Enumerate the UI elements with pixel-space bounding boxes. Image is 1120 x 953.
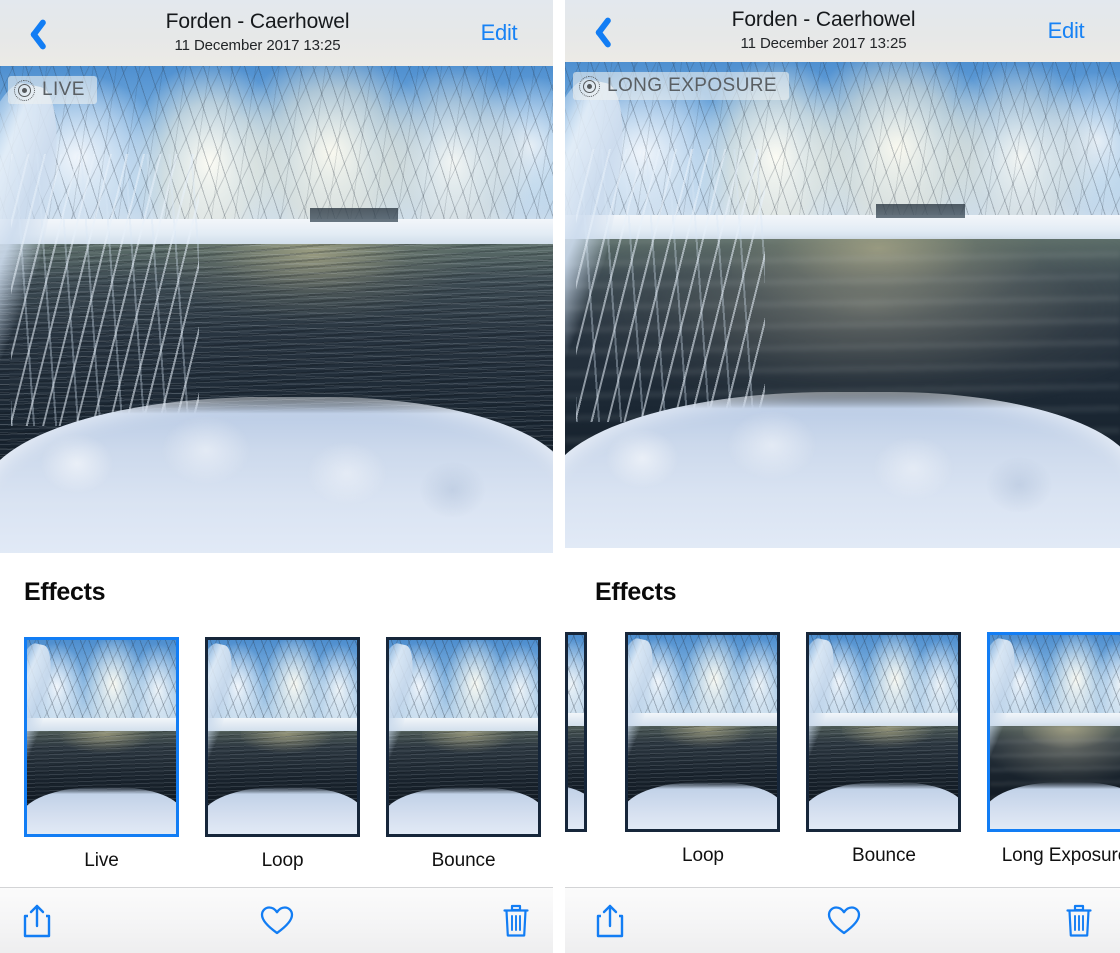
edit-button[interactable]: Edit	[453, 20, 553, 46]
effect-option-bounce[interactable]: Bounce	[806, 632, 962, 867]
panel-long-exposure: Forden - Caerhowel 11 December 2017 13:2…	[565, 0, 1120, 953]
near-snow-bank	[565, 392, 1120, 548]
share-button[interactable]	[0, 903, 192, 939]
effect-option-bounce[interactable]: Bounce	[386, 637, 541, 872]
share-icon	[23, 904, 51, 937]
favourite-button[interactable]	[192, 905, 362, 937]
effect-label: Loop	[682, 845, 724, 866]
share-button[interactable]	[565, 903, 761, 939]
effect-thumbnail[interactable]	[24, 637, 179, 837]
effect-thumbnail[interactable]	[205, 637, 360, 837]
effects-heading: Effects	[595, 578, 677, 606]
effect-label: Bounce	[852, 845, 916, 866]
photo-image-long-exposure	[565, 62, 1120, 548]
back-button[interactable]	[565, 0, 627, 62]
photo-timestamp: 11 December 2017 13:25	[174, 37, 341, 54]
effect-option-loop[interactable]: Loop	[205, 637, 360, 872]
bottom-toolbar	[0, 887, 553, 953]
effect-option-live[interactable]: Live	[565, 632, 599, 867]
effects-section: Effects Live	[0, 553, 553, 887]
delete-button[interactable]	[361, 903, 553, 939]
page-title: Forden - Caerhowel	[731, 8, 916, 31]
heart-icon	[260, 905, 293, 934]
bottom-toolbar	[565, 887, 1120, 953]
effect-option-loop[interactable]: Loop	[625, 632, 781, 867]
back-button[interactable]	[0, 0, 62, 66]
nav-title-block: Forden - Caerhowel 11 December 2017 13:2…	[627, 9, 1020, 53]
effects-section: Effects Live	[565, 548, 1120, 887]
effects-heading: Effects	[24, 578, 106, 606]
live-photo-icon	[579, 75, 600, 97]
panel-divider	[553, 0, 565, 953]
live-photo-badge[interactable]: LONG EXPOSURE	[573, 72, 789, 100]
chevron-left-icon	[585, 14, 607, 48]
snowy-branches-drape	[576, 149, 765, 422]
effect-thumbnail[interactable]	[565, 632, 587, 832]
photos-comparison-screen: Forden - Caerhowel 11 December 2017 13:2…	[0, 0, 1120, 953]
photo-image-live	[0, 66, 553, 553]
effect-label: Long Exposure	[1001, 845, 1120, 866]
snowy-branches-drape	[11, 153, 200, 427]
live-photo-badge-label: LONG EXPOSURE	[607, 75, 777, 96]
live-photo-badge-label: LIVE	[42, 79, 85, 100]
effects-strip[interactable]: Live Loop	[565, 632, 1120, 867]
effect-thumbnail[interactable]	[806, 632, 962, 832]
share-icon	[596, 904, 624, 937]
photo-viewer[interactable]: LIVE	[0, 66, 553, 553]
navigation-bar: Forden - Caerhowel 11 December 2017 13:2…	[0, 0, 553, 66]
chevron-left-icon	[20, 16, 42, 50]
page-title: Forden - Caerhowel	[165, 10, 350, 33]
heart-icon	[828, 905, 861, 934]
effect-label: Loop	[261, 850, 304, 871]
effects-strip[interactable]: Live Loop	[0, 637, 553, 872]
effect-thumbnail[interactable]	[386, 637, 541, 837]
edit-button[interactable]: Edit	[1020, 18, 1120, 44]
panel-live: Forden - Caerhowel 11 December 2017 13:2…	[0, 0, 553, 953]
effect-label: Bounce	[431, 850, 496, 871]
effect-thumbnail[interactable]	[987, 632, 1120, 832]
nav-title-block: Forden - Caerhowel 11 December 2017 13:2…	[62, 11, 453, 55]
effect-label: Live	[84, 850, 119, 871]
photo-timestamp: 11 December 2017 13:25	[740, 35, 907, 52]
live-photo-badge[interactable]: LIVE	[8, 76, 97, 104]
trash-icon	[503, 904, 529, 937]
effect-option-long-exposure[interactable]: Long Exposure	[987, 632, 1120, 867]
navigation-bar: Forden - Caerhowel 11 December 2017 13:2…	[565, 0, 1120, 62]
near-snow-bank	[0, 397, 553, 553]
delete-button[interactable]	[928, 903, 1120, 939]
trash-icon	[1066, 904, 1092, 937]
effect-option-live[interactable]: Live	[24, 637, 179, 872]
effect-thumbnail[interactable]	[625, 632, 781, 832]
favourite-button[interactable]	[761, 905, 927, 937]
photo-viewer[interactable]: LONG EXPOSURE	[565, 62, 1120, 548]
live-photo-icon	[14, 79, 35, 101]
